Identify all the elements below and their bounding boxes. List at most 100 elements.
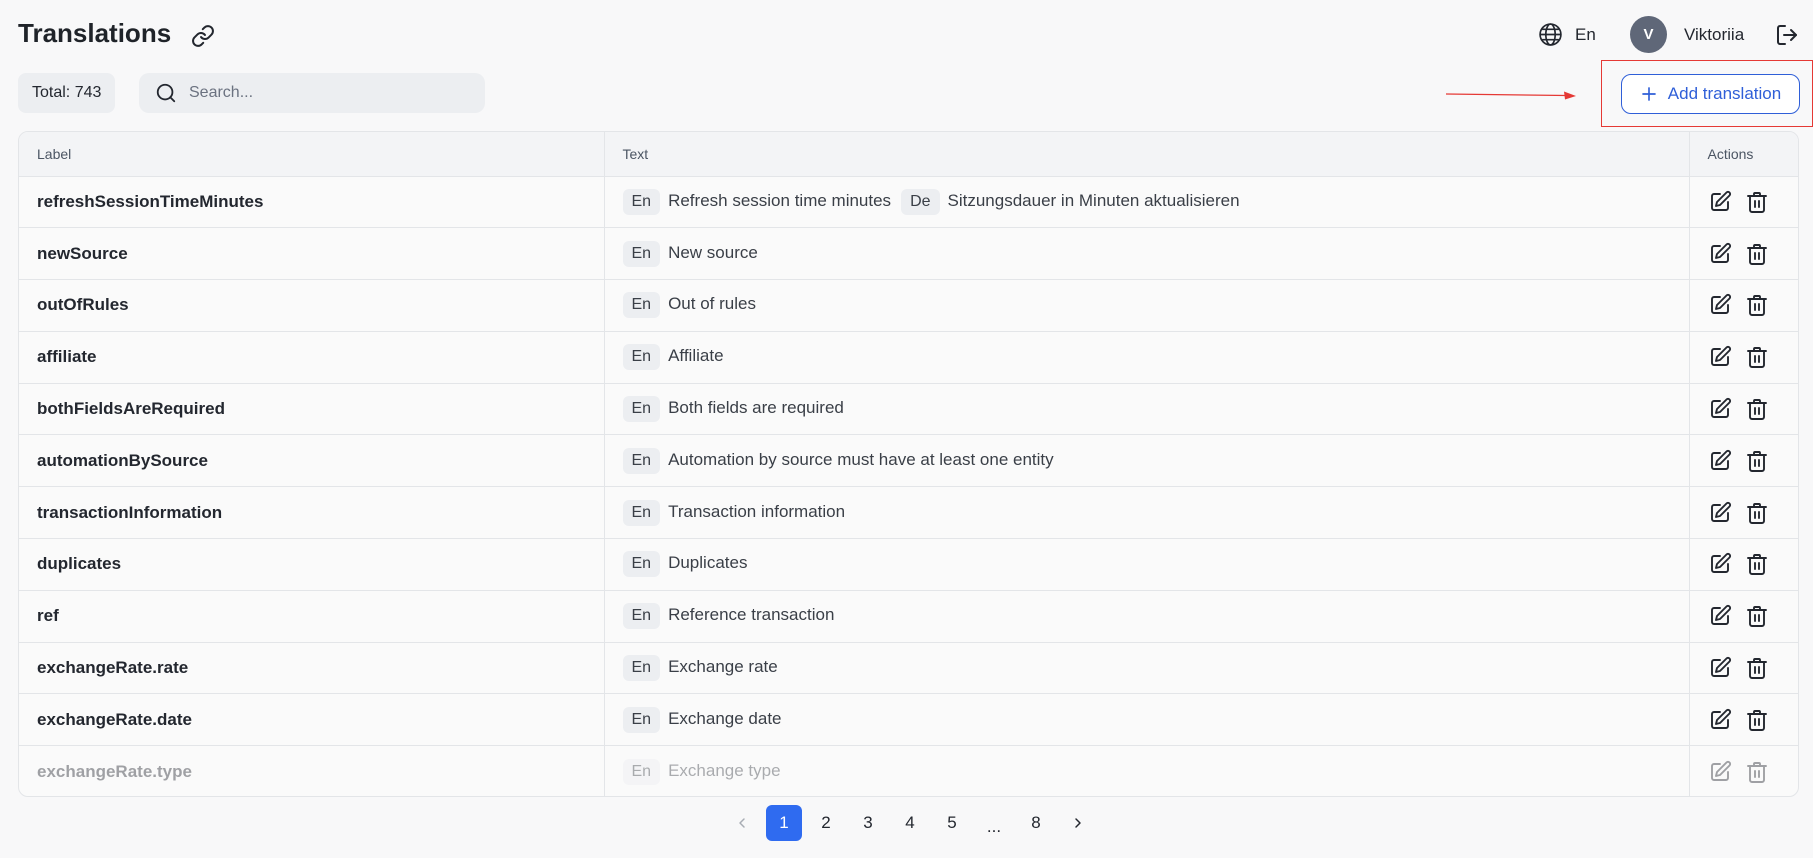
- trash-icon[interactable]: [1745, 190, 1769, 214]
- search-icon: [156, 83, 176, 103]
- edit-icon[interactable]: [1708, 604, 1732, 628]
- row-label: bothFieldsAreRequired: [19, 383, 605, 436]
- edit-icon[interactable]: [1708, 397, 1732, 421]
- column-header-actions: Actions: [1688, 132, 1798, 177]
- link-icon[interactable]: [191, 24, 215, 48]
- row-actions: [1688, 538, 1798, 591]
- edit-icon[interactable]: [1708, 760, 1732, 784]
- translations-table: Label Text Actions refreshSessionTimeMin…: [18, 131, 1799, 797]
- language-tag: En: [622, 499, 661, 526]
- language-tag: En: [622, 240, 661, 267]
- trash-icon[interactable]: [1745, 293, 1769, 317]
- translation-text: Both fields are required: [668, 398, 844, 418]
- row-translations: En Out of rules: [604, 279, 1689, 332]
- trash-icon[interactable]: [1745, 449, 1769, 473]
- column-header-label[interactable]: Label: [19, 132, 605, 177]
- trash-icon[interactable]: [1745, 708, 1769, 732]
- row-actions: [1688, 486, 1798, 540]
- trash-icon[interactable]: [1745, 656, 1769, 680]
- next-page-button[interactable]: [1060, 805, 1096, 841]
- row-label: automationBySource: [19, 434, 605, 488]
- language-tag: En: [622, 706, 661, 733]
- table-row: exchangeRate.type En Exchange type: [19, 745, 1798, 796]
- page-button-1[interactable]: 1: [766, 805, 802, 841]
- globe-icon: [1539, 23, 1562, 46]
- language-tag: En: [622, 447, 661, 474]
- row-translations: En Exchange date: [604, 693, 1689, 747]
- edit-icon[interactable]: [1708, 708, 1732, 732]
- translation-text: Sitzungsdauer in Minuten aktualisieren: [947, 190, 1240, 210]
- language-tag: En: [622, 396, 661, 423]
- trash-icon[interactable]: [1745, 397, 1769, 421]
- translation-text: Affiliate: [668, 346, 724, 366]
- column-header-text[interactable]: Text: [604, 132, 1689, 177]
- edit-icon[interactable]: [1708, 242, 1732, 266]
- table-body: refreshSessionTimeMinutes En Refresh sessi…: [19, 176, 1798, 796]
- translation-text: Duplicates: [668, 553, 748, 573]
- trash-icon[interactable]: [1745, 345, 1769, 369]
- row-actions: [1688, 227, 1798, 281]
- page-button-4[interactable]: 4: [892, 805, 928, 841]
- edit-icon[interactable]: [1708, 552, 1732, 576]
- row-translations: En Exchange type: [604, 745, 1689, 796]
- language-tag: En: [622, 551, 661, 578]
- trash-icon[interactable]: [1745, 760, 1769, 784]
- language-switcher[interactable]: En: [1538, 22, 1596, 47]
- page-button-2[interactable]: 2: [808, 805, 844, 841]
- language-tag: En: [622, 344, 661, 371]
- page-button-5[interactable]: 5: [934, 805, 970, 841]
- row-translations: En Duplicates: [604, 538, 1689, 591]
- trash-icon[interactable]: [1745, 604, 1769, 628]
- user-name[interactable]: Viktoriia: [1684, 25, 1744, 45]
- table-row: exchangeRate.date En Exchange date: [19, 693, 1798, 747]
- edit-icon[interactable]: [1708, 656, 1732, 680]
- trash-icon[interactable]: [1745, 501, 1769, 525]
- row-translations: En Both fields are required: [604, 383, 1689, 436]
- plus-icon: [1641, 87, 1656, 101]
- edit-icon[interactable]: [1708, 449, 1732, 473]
- avatar[interactable]: V: [1630, 16, 1667, 53]
- language-tag: En: [622, 292, 661, 319]
- language-tag: De: [901, 188, 940, 215]
- page-button-8[interactable]: 8: [1018, 805, 1054, 841]
- current-language: En: [1575, 24, 1596, 44]
- table-row: exchangeRate.rate En Exchange rate: [19, 642, 1798, 695]
- row-translations: En Refresh session time minutes De Sitzungs…: [604, 176, 1689, 229]
- chevron-right-icon: [1075, 818, 1081, 828]
- row-translations: En Exchange rate: [604, 642, 1689, 695]
- prev-page-button[interactable]: [724, 805, 760, 841]
- row-actions: [1688, 693, 1798, 747]
- row-translations: En Reference transaction: [604, 590, 1689, 643]
- edit-icon[interactable]: [1708, 345, 1732, 369]
- search-input[interactable]: [189, 84, 479, 102]
- search-box[interactable]: [139, 73, 485, 113]
- language-tag: En: [622, 188, 661, 215]
- add-translation-label: Add translation: [1667, 84, 1782, 103]
- edit-icon[interactable]: [1708, 501, 1732, 525]
- row-actions: [1688, 279, 1798, 332]
- logout-icon[interactable]: [1775, 23, 1799, 47]
- row-label: duplicates: [19, 538, 605, 591]
- app-header: Translations En V Viktoriia: [0, 0, 1813, 70]
- trash-icon[interactable]: [1745, 242, 1769, 266]
- trash-icon[interactable]: [1745, 552, 1769, 576]
- translation-text: Refresh session time minutes: [668, 190, 892, 210]
- annotation-arrow: [1446, 91, 1576, 100]
- table-header-row: Label Text Actions: [19, 132, 1798, 177]
- table-row: newSource En New source: [19, 227, 1798, 281]
- translation-text: Reference transaction: [668, 605, 835, 625]
- translation-text: Transaction information: [668, 501, 846, 521]
- page-ellipsis: ...: [986, 817, 1002, 836]
- pagination: 1 2 3 4 5... 8: [724, 805, 1102, 841]
- language-tag: En: [622, 758, 661, 785]
- translation-text: Automation by source must have at least …: [668, 449, 1054, 469]
- edit-icon[interactable]: [1708, 293, 1732, 317]
- table-row: bothFieldsAreRequired En Both fields are r…: [19, 383, 1798, 436]
- table-row: ref En Reference transaction: [19, 590, 1798, 643]
- page-title: Translations: [18, 18, 172, 48]
- add-translation-button[interactable]: Add translation: [1621, 74, 1800, 114]
- edit-icon[interactable]: [1708, 190, 1732, 214]
- page-button-3[interactable]: 3: [850, 805, 886, 841]
- row-actions: [1688, 176, 1798, 229]
- table-row: refreshSessionTimeMinutes En Refresh sessi…: [19, 176, 1798, 229]
